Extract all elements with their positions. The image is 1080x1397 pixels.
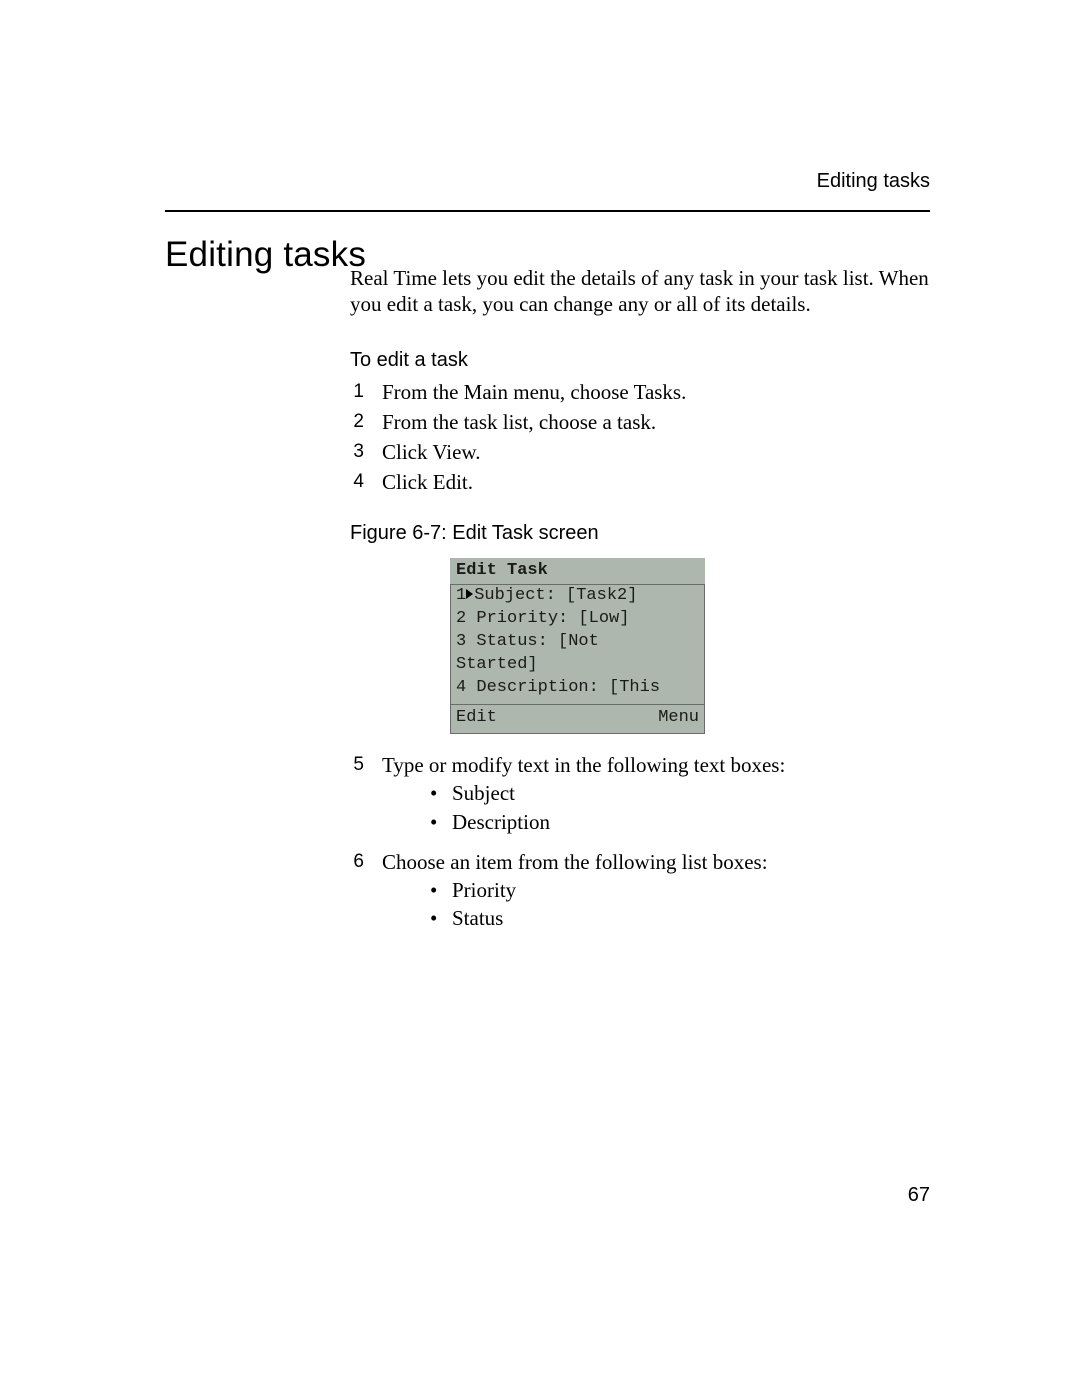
screen-line: 2 Priority: [Low] [456, 608, 699, 631]
screen-line: 1 Subject: [Task2] [456, 585, 699, 608]
step-number: 5 [350, 752, 364, 845]
line-prefix: 2 [456, 609, 466, 628]
line-text: Description: [This [466, 678, 660, 697]
line-text: Started] [456, 655, 538, 674]
procedure-heading: To edit a task [350, 348, 930, 373]
document-page: Editing tasks Editing tasks Real Time le… [0, 0, 1080, 1397]
bullet-list: Subject Description [382, 780, 930, 835]
step-number: 6 [350, 849, 364, 942]
bullet-item: Priority [430, 877, 930, 903]
intro-paragraph: Real Time lets you edit the details of a… [350, 265, 930, 318]
screen-title: Edit Task [450, 558, 705, 586]
line-text: Subject: [Task2] [474, 586, 637, 605]
step-text: Choose an item from the following list b… [382, 849, 930, 942]
running-header: Editing tasks [817, 170, 930, 193]
figure-caption: Figure 6-7: Edit Task screen [350, 521, 930, 546]
step: 1 From the Main menu, choose Tasks. [350, 379, 930, 405]
bullet-list: Priority Status [382, 877, 930, 932]
edit-task-screen-figure: Edit Task 1 Subject: [Task2] 2 Priority: … [450, 558, 705, 735]
procedure-steps-bottom: 5 Type or modify text in the following t… [350, 752, 930, 942]
cursor-pointer-icon [466, 589, 473, 599]
softkey-left: Edit [456, 707, 497, 730]
step-text: From the task list, choose a task. [382, 409, 930, 435]
screen-line: Started] [456, 654, 699, 677]
step: 2 From the task list, choose a task. [350, 409, 930, 435]
line-prefix: 3 [456, 632, 466, 651]
step-text-content: Choose an item from the following list b… [382, 850, 768, 874]
bullet-item: Subject [430, 780, 930, 806]
bullet-item: Description [430, 809, 930, 835]
header-rule [165, 210, 930, 212]
step-text-content: Type or modify text in the following tex… [382, 753, 785, 777]
section-title: Editing tasks [165, 235, 366, 275]
screen-body: 1 Subject: [Task2] 2 Priority: [Low] 3 St… [450, 585, 705, 702]
step-number: 3 [350, 439, 364, 465]
softkey-right: Menu [658, 707, 699, 730]
step-text: Click Edit. [382, 469, 930, 495]
line-prefix: 1 [456, 586, 466, 605]
screen-line: 4 Description: [This [456, 677, 699, 700]
page-number: 67 [908, 1184, 930, 1207]
step-text: From the Main menu, choose Tasks. [382, 379, 930, 405]
bullet-item: Status [430, 905, 930, 931]
step-number: 2 [350, 409, 364, 435]
step: 5 Type or modify text in the following t… [350, 752, 930, 845]
step: 6 Choose an item from the following list… [350, 849, 930, 942]
step-number: 4 [350, 469, 364, 495]
step-text: Type or modify text in the following tex… [382, 752, 930, 845]
step-text: Click View. [382, 439, 930, 465]
line-text: Status: [Not [466, 632, 599, 651]
step-number: 1 [350, 379, 364, 405]
screen-softkeys: Edit Menu [450, 705, 705, 734]
line-text: Priority: [Low] [466, 609, 629, 628]
line-prefix: 4 [456, 678, 466, 697]
step: 4 Click Edit. [350, 469, 930, 495]
step: 3 Click View. [350, 439, 930, 465]
procedure-steps-top: 1 From the Main menu, choose Tasks. 2 Fr… [350, 379, 930, 496]
content-area: Real Time lets you edit the details of a… [350, 265, 930, 967]
screen-line: 3 Status: [Not [456, 631, 699, 654]
